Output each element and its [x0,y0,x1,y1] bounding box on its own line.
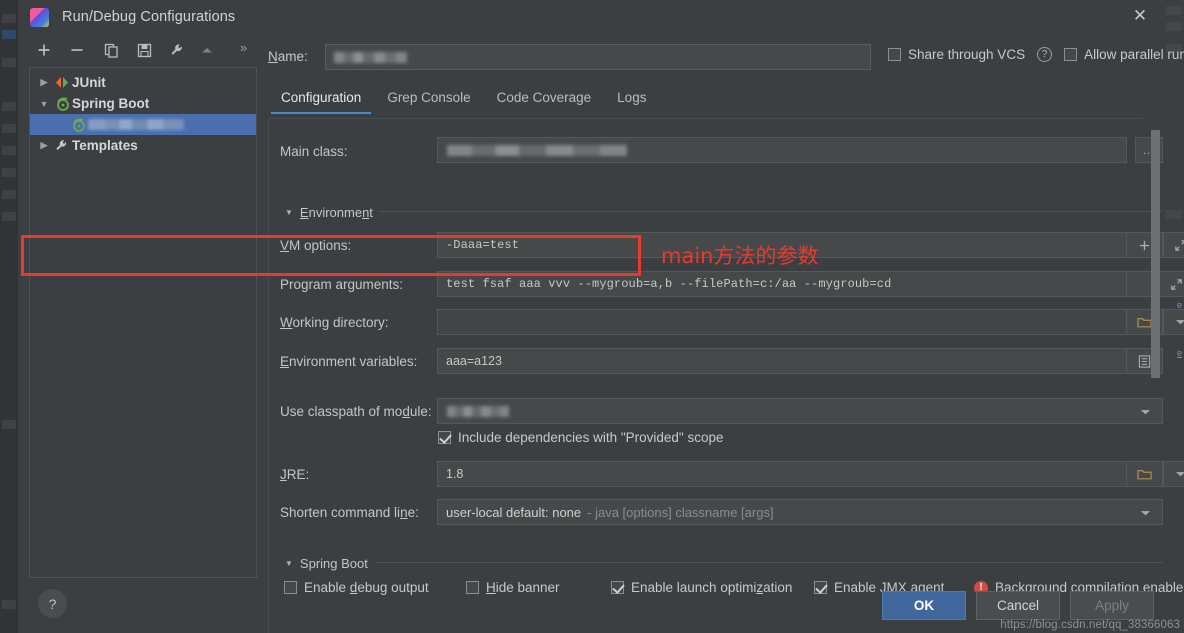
scrollbar-thumb[interactable] [1151,130,1160,378]
jre-label: JRE: [280,467,310,482]
include-provided-scope-row: Include dependencies with "Provided" sco… [438,430,724,445]
tree-item-label-redacted [88,119,184,130]
ok-button[interactable]: OK [882,591,966,620]
tree-item-selected-config[interactable] [30,114,256,135]
toolbar-overflow-button[interactable]: » [240,40,247,55]
move-up-button[interactable] [193,36,221,64]
jre-combo[interactable]: 1.8 [437,461,1127,487]
shorten-command-line-hint: - java [options] classname [args] [587,504,774,520]
caret-down-icon: ▼ [285,208,293,217]
program-arguments-input[interactable]: test fsaf aaa vvv --mygroub=a,b --filePa… [437,271,1127,297]
annotation-text: main方法的参数 [661,244,819,268]
tree-item-label: JUnit [72,75,106,90]
working-directory-label: Working directory: [280,315,389,330]
configuration-tabs: Configuration Grep Console Code Coverage… [268,84,659,114]
environment-section-header[interactable]: ▼ Environment [285,205,373,220]
name-label: Name: [268,49,308,64]
working-directory-input[interactable] [437,309,1127,335]
include-provided-scope-label: Include dependencies with "Provided" sco… [458,430,724,445]
tab-configuration[interactable]: Configuration [268,84,374,114]
enable-launch-optimization-label: Enable launch optimization [631,580,793,595]
help-button[interactable]: ? [38,589,67,618]
configurations-tree: ▶ JUnit ▼ Spring Boot ▶ Templates [29,67,257,578]
environment-variables-input[interactable]: aaa=a123 [437,348,1127,374]
apply-button[interactable]: Apply [1070,591,1154,620]
enable-launch-optimization-row: Enable launch optimization [611,580,792,595]
config-toolbar: » [18,36,258,66]
spring-boot-section-label: Spring Boot [299,556,368,571]
chevron-right-icon[interactable]: ▶ [36,140,52,151]
tree-item-spring-boot[interactable]: ▼ Spring Boot [30,93,256,114]
configuration-form: Main class: … ▼ Environment VM options: … [268,118,1184,633]
save-icon[interactable] [130,36,158,64]
add-configuration-button[interactable] [30,36,58,64]
enable-debug-output-checkbox[interactable] [284,581,297,594]
environment-section-label: Environment [299,205,373,220]
content-scrollbar[interactable] [1151,118,1160,571]
tab-grep-console[interactable]: Grep Console [374,84,483,114]
background-ide-left [0,0,18,633]
enable-debug-output-row: Enable debug output [284,580,429,595]
share-through-vcs-checkbox[interactable] [888,48,901,61]
environment-variables-label: Environment variables: [280,354,418,369]
intellij-idea-icon [30,8,49,27]
vm-options-expand-button[interactable] [1163,232,1184,258]
allow-parallel-run-checkbox[interactable] [1064,48,1078,61]
main-class-label: Main class: [280,144,348,159]
shorten-command-line-label: Shorten command line: [280,505,419,520]
use-classpath-value-redacted [447,405,509,417]
dialog-options-row: Share through VCS ? Allow parallel run [888,47,1184,62]
tab-code-coverage[interactable]: Code Coverage [484,84,605,114]
remove-configuration-button[interactable] [63,36,91,64]
tab-logs[interactable]: Logs [604,84,659,114]
configuration-content: Name: Share through VCS ? Allow parallel… [258,36,1184,633]
jre-dropdown-button[interactable] [1163,461,1184,487]
chevron-right-icon[interactable]: ▶ [36,77,52,88]
include-provided-scope-checkbox[interactable] [438,431,451,444]
tree-item-junit[interactable]: ▶ JUnit [30,72,256,93]
dialog-title: Run/Debug Configurations [62,9,236,25]
enable-debug-output-label: Enable debug output [304,580,429,595]
spring-boot-section-header[interactable]: ▼ Spring Boot [285,556,368,571]
use-classpath-label: Use classpath of module: [280,404,432,419]
tree-item-label: Spring Boot [72,96,150,111]
spring-boot-icon [52,97,72,111]
shorten-command-line-combo[interactable]: user-local default: none - java [options… [437,499,1163,525]
dialog-buttons: OK Cancel Apply [882,591,1154,620]
use-classpath-combo[interactable] [437,398,1163,424]
main-class-value-redacted [447,144,627,156]
wrench-icon[interactable] [163,36,191,64]
working-directory-dropdown-button[interactable] [1163,309,1184,335]
enable-launch-optimization-checkbox[interactable] [611,581,624,594]
screenshot-root: e e Run/Debug Configurations ✕ » ▶ JUnit… [0,0,1184,633]
dialog-titlebar: Run/Debug Configurations ✕ [18,0,1166,38]
tree-item-label: Templates [72,138,138,153]
wrench-icon [52,139,72,153]
main-class-input[interactable] [437,137,1127,163]
close-icon[interactable]: ✕ [1118,0,1162,30]
cancel-button[interactable]: Cancel [976,591,1060,620]
hide-banner-row: Hide banner [466,580,560,595]
question-mark-icon[interactable]: ? [1037,47,1053,62]
copy-icon[interactable] [97,36,125,64]
run-debug-configurations-dialog: Run/Debug Configurations ✕ » ▶ JUnit ▼ S… [18,0,1184,633]
allow-parallel-run-label: Allow parallel run [1084,47,1184,62]
shorten-command-line-value: user-local default: none [446,504,582,520]
tree-item-templates[interactable]: ▶ Templates [30,135,256,156]
name-value-redacted [334,52,407,63]
watermark: https://blog.csdn.net/qq_38366063 [1000,619,1180,631]
enable-jmx-agent-checkbox[interactable] [814,581,827,594]
name-input[interactable] [325,44,871,70]
chevron-down-icon[interactable]: ▼ [36,99,52,109]
share-through-vcs-label: Share through VCS [908,47,1026,62]
junit-icon [52,76,72,89]
vm-options-label: VM options: [280,238,352,253]
hide-banner-checkbox[interactable] [466,581,479,594]
spring-boot-icon [68,118,88,132]
program-arguments-label: Program arguments: [280,277,404,292]
section-divider [379,211,1163,212]
hide-banner-label: Hide banner [486,580,560,595]
section-divider [376,562,1163,563]
caret-down-icon: ▼ [285,559,293,568]
